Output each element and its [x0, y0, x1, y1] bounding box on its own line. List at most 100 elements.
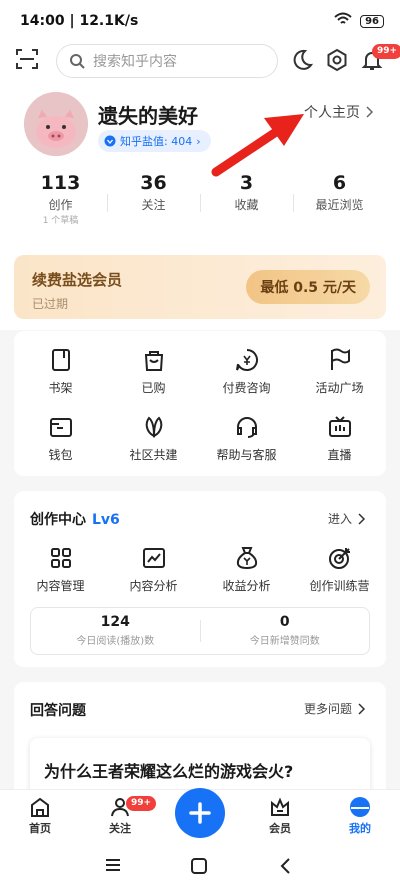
service-label: 帮助与客服	[216, 448, 277, 462]
target-icon	[328, 548, 350, 569]
tab-me[interactable]: 我的	[330, 796, 390, 836]
tab-label: 首页	[29, 822, 51, 835]
stat-label: 收藏	[234, 198, 259, 212]
consult-icon	[235, 349, 258, 371]
today-label: 今日阅读(播放)数	[76, 636, 155, 647]
creator-item-label: 创作训练营	[309, 579, 370, 593]
scan-icon[interactable]	[14, 46, 40, 76]
stat-value: 3	[239, 172, 254, 194]
service-label: 直播	[327, 448, 352, 462]
creator-item-label: 内容分析	[129, 579, 178, 593]
service-wallet[interactable]: 钱包	[14, 414, 107, 463]
stat-label: 最近浏览	[315, 198, 364, 212]
creator-content-analysis[interactable]: 内容分析	[107, 545, 200, 594]
search-input[interactable]: 搜索知乎内容	[56, 44, 278, 78]
vip-renew-card[interactable]: 续费盐选会员 已过期 最低 0.5 元/天	[14, 255, 386, 319]
tab-label: 会员	[269, 822, 291, 835]
vip-status: 已过期	[32, 297, 69, 311]
stat-following[interactable]: 36 关注	[107, 172, 200, 226]
chevron-right-icon	[366, 106, 374, 118]
creator-content-manage[interactable]: 内容管理	[14, 545, 107, 594]
creator-item-label: 内容管理	[36, 579, 85, 593]
today-reads[interactable]: 124 今日阅读(播放)数	[31, 608, 200, 654]
vip-title: 续费盐选会员	[32, 271, 123, 289]
me-icon	[350, 797, 370, 817]
tv-icon	[328, 416, 351, 437]
grid-icon	[50, 548, 71, 568]
stat-recent[interactable]: 6 最近浏览	[293, 172, 386, 226]
chart-icon	[142, 548, 165, 568]
stat-value: 6	[332, 172, 347, 194]
answer-title: 回答问题	[30, 703, 86, 719]
service-purchased[interactable]: 已购	[107, 347, 200, 396]
stat-favorites[interactable]: 3 收藏	[200, 172, 293, 226]
creator-center-title: 创作中心	[30, 512, 86, 528]
battery-icon: 96	[360, 14, 384, 28]
salt-score: 知乎盐值: 404	[120, 135, 193, 148]
home-icon	[31, 797, 49, 817]
creator-enter-link[interactable]: 进入	[328, 510, 366, 527]
tab-label: 我的	[349, 822, 371, 835]
bag-icon	[144, 351, 163, 371]
plus-icon	[189, 802, 211, 824]
service-paid-consult[interactable]: 付费咨询	[200, 347, 293, 396]
home-nav-icon[interactable]	[190, 857, 208, 879]
create-post-button[interactable]	[175, 788, 225, 838]
back-icon[interactable]	[278, 857, 292, 879]
creator-income-analysis[interactable]: 收益分析	[200, 545, 293, 594]
bottom-tab-bar: 首页 关注 99+ 会员 我的	[0, 788, 400, 845]
search-placeholder: 搜索知乎内容	[93, 54, 177, 70]
headset-icon	[236, 417, 257, 438]
today-value: 0	[279, 614, 290, 630]
service-community[interactable]: 社区共建	[107, 414, 200, 463]
service-help[interactable]: 帮助与客服	[200, 414, 293, 463]
tab-home[interactable]: 首页	[10, 796, 70, 836]
personal-homepage-link[interactable]: 个人主页	[304, 102, 374, 122]
today-value: 124	[100, 614, 130, 630]
creator-training-camp[interactable]: 创作训练营	[293, 545, 386, 594]
stat-sub: 1 个草稿	[42, 216, 79, 226]
system-nav-bar	[0, 845, 400, 889]
status-bar: 14:00 | 12.1K/s 96	[0, 0, 400, 44]
homepage-label: 个人主页	[304, 105, 360, 121]
creator-center-card: 创作中心 Lv6 进入 内容管理 内容分析 收益分析 创作训练营 124 今日阅…	[14, 491, 386, 667]
today-stats: 124 今日阅读(播放)数 0 今日新增赞同数	[30, 607, 370, 655]
moneybag-icon	[236, 547, 257, 570]
today-label: 今日新增赞同数	[249, 636, 320, 647]
answer-questions-card: 回答问题 更多问题 为什么王者荣耀这么烂的游戏会火?	[14, 682, 386, 802]
tab-vip[interactable]: 会员	[250, 796, 310, 836]
username: 遗失的美好	[98, 104, 198, 128]
salt-icon	[104, 135, 116, 147]
service-label: 活动广场	[315, 381, 364, 395]
wallet-icon	[49, 418, 72, 437]
service-label: 付费咨询	[222, 381, 271, 395]
settings-icon[interactable]	[325, 48, 349, 76]
status-speed: 12.1K/s	[79, 13, 139, 29]
notification-badge: 99+	[372, 44, 400, 59]
stat-value: 113	[40, 172, 81, 194]
profile-stats: 113 创作 1 个草稿 36 关注 3 收藏 6 最近浏览	[14, 172, 386, 226]
services-card: 书架 已购 付费咨询 活动广场 钱包 社区共建 帮助与客服 直播	[14, 331, 386, 476]
service-label: 钱包	[48, 448, 73, 462]
more-label: 更多问题	[303, 702, 352, 716]
service-label: 书架	[48, 381, 73, 395]
stat-value: 36	[140, 172, 167, 194]
menu-icon[interactable]	[104, 857, 122, 877]
follow-badge: 99+	[126, 796, 157, 811]
status-time: 14:00	[20, 13, 65, 29]
chevron-right-icon	[358, 702, 366, 715]
salt-score-badge[interactable]: 知乎盐值: 404 ›	[98, 130, 211, 152]
service-live[interactable]: 直播	[293, 414, 386, 463]
service-events[interactable]: 活动广场	[293, 347, 386, 396]
stat-creations[interactable]: 113 创作 1 个草稿	[14, 172, 107, 226]
crown-icon	[271, 797, 289, 816]
avatar[interactable]	[24, 92, 88, 156]
night-mode-icon[interactable]	[290, 48, 314, 76]
service-label: 社区共建	[129, 448, 178, 462]
today-upvotes[interactable]: 0 今日新增赞同数	[201, 608, 370, 654]
vip-price-button[interactable]: 最低 0.5 元/天	[246, 270, 370, 304]
more-questions-link[interactable]: 更多问题	[304, 700, 366, 717]
creator-level: Lv6	[92, 512, 120, 528]
service-bookshelf[interactable]: 书架	[14, 347, 107, 396]
wifi-icon	[334, 12, 352, 30]
